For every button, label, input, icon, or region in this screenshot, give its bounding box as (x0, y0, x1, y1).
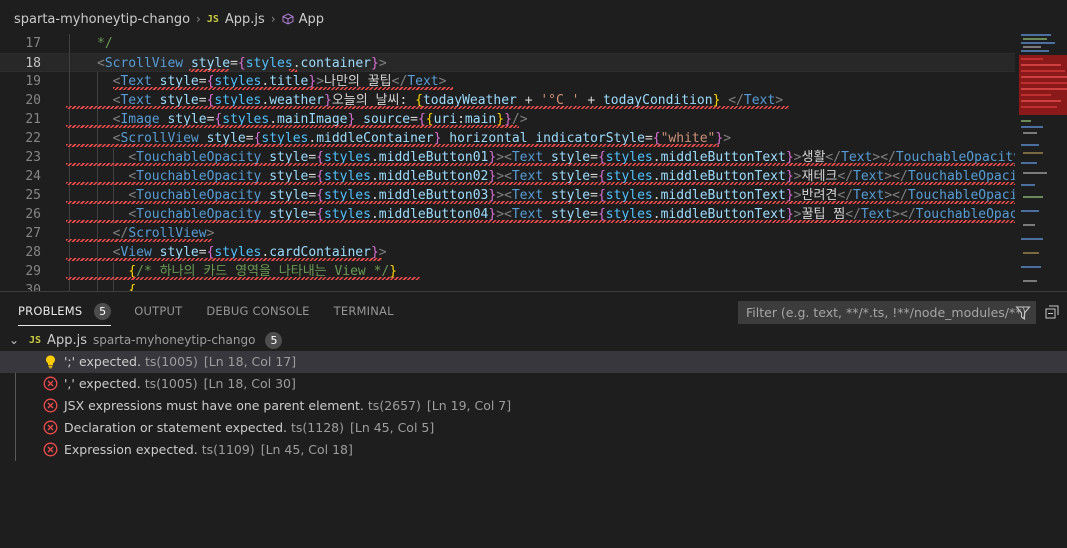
line-number: 28 (25, 245, 41, 260)
breadcrumb-symbol[interactable]: App (299, 12, 324, 27)
code-line[interactable]: 19 <Text style={styles.title}>나만의 꿀팁</Te… (0, 72, 1015, 91)
code-line[interactable]: 21 <Image style={styles.mainImage} sourc… (0, 110, 1015, 129)
problem-location: [Ln 45, Col 5] (349, 420, 435, 435)
lightbulb-icon (46, 355, 55, 369)
filter-icon[interactable] (1015, 305, 1031, 321)
tab-terminal[interactable]: TERMINAL (334, 292, 394, 330)
code-line[interactable]: 25 <TouchableOpacity style={styles.middl… (0, 186, 1025, 205)
problems-file-group[interactable]: ⌄ JS App.js sparta-myhoneytip-chango 5 (0, 329, 1067, 351)
error-icon (43, 376, 58, 391)
line-number: 17 (25, 36, 41, 51)
chevron-down-icon: ⌄ (9, 333, 20, 347)
problems-filter-input[interactable]: Filter (e.g. text, **/*.ts, !**/node_mod… (738, 301, 1036, 324)
symbol-method-icon (282, 13, 294, 25)
problem-item[interactable]: ',' expected. ts(1005) [Ln 18, Col 30] (0, 373, 1067, 395)
problem-location: [Ln 45, Col 18] (260, 442, 353, 457)
problem-message: JSX expressions must have one parent ele… (64, 398, 364, 413)
line-number: 19 (25, 74, 41, 89)
line-number: 27 (25, 226, 41, 241)
code-line[interactable]: 30 { (0, 281, 1015, 291)
problems-count-badge: 5 (94, 303, 112, 320)
line-number: 26 (25, 207, 41, 222)
problem-code: ts(1005) (144, 376, 198, 391)
problem-code: ts(1128) (291, 420, 344, 435)
code-line[interactable]: 20 <Text style={styles.weather}오늘의 날씨: {… (0, 91, 1015, 110)
problem-code: ts(1109) (201, 442, 255, 457)
problem-message: Declaration or statement expected. (64, 420, 287, 435)
problems-file-name: App.js (47, 332, 87, 348)
tab-output[interactable]: OUTPUT (134, 292, 182, 330)
problem-code: ts(2657) (367, 398, 421, 413)
error-icon (43, 420, 58, 435)
line-number: 29 (25, 264, 41, 279)
problems-file-path: sparta-myhoneytip-chango (92, 333, 256, 347)
code-line[interactable]: 22 <ScrollView style={styles.middleConta… (0, 129, 1015, 148)
problem-message: Expression expected. (64, 442, 198, 457)
collapse-all-icon[interactable] (1045, 305, 1059, 319)
code-line[interactable]: 28 <View style={styles.cardContainer}> (0, 243, 1015, 262)
code-line[interactable]: 24 <TouchableOpacity style={styles.middl… (0, 167, 1025, 186)
javascript-file-icon: JS (29, 334, 42, 346)
code-line-current[interactable]: 18 <ScrollView style={styles.container}> (0, 53, 1015, 73)
error-icon (43, 442, 58, 457)
problem-message: ',' expected. (64, 376, 141, 391)
code-line[interactable]: 29 {/* 하나의 카드 영역을 나타내는 View */} (0, 262, 1015, 281)
problem-code: ts(1005) (144, 354, 198, 369)
javascript-file-icon: JS (206, 13, 219, 25)
file-problem-count: 5 (265, 331, 283, 349)
code-editor[interactable]: 17 */ 18 <ScrollView style={styles.conta… (0, 34, 1067, 291)
tab-problems-label: PROBLEMS (18, 304, 83, 318)
line-number: 24 (25, 169, 41, 184)
problem-item[interactable]: Declaration or statement expected. ts(112… (0, 417, 1067, 439)
breadcrumb: sparta-myhoneytip-chango › JS App.js › A… (0, 0, 1067, 38)
minimap-preview (1019, 34, 1067, 282)
code-line[interactable]: 27 </ScrollView> (0, 224, 1015, 243)
breadcrumb-file[interactable]: App.js (225, 12, 265, 27)
problem-location: [Ln 18, Col 30] (203, 376, 296, 391)
chevron-right-icon: › (270, 12, 276, 26)
problem-message: ';' expected. (64, 354, 141, 369)
tab-debug-console[interactable]: DEBUG CONSOLE (206, 292, 309, 330)
error-icon (43, 398, 58, 413)
line-number: 22 (25, 131, 41, 146)
code-line[interactable]: 17 */ (0, 34, 1015, 53)
code-line[interactable]: 23 <TouchableOpacity style={styles.middl… (0, 148, 1021, 167)
problem-location: [Ln 19, Col 7] (426, 398, 512, 413)
problem-location: [Ln 18, Col 17] (203, 354, 297, 369)
line-number: 20 (25, 93, 41, 108)
bottom-panel: PROBLEMS 5 OUTPUT DEBUG CONSOLE TERMINAL… (0, 291, 1067, 548)
code-line[interactable]: 26 <TouchableOpacity style={styles.middl… (0, 205, 1025, 224)
line-number: 18 (25, 56, 41, 71)
line-number: 23 (25, 150, 41, 165)
line-number: 21 (25, 112, 41, 127)
minimap[interactable] (1015, 34, 1067, 291)
problem-item[interactable]: Expression expected. ts(1109) [Ln 45, Col … (0, 439, 1067, 461)
breadcrumb-project[interactable]: sparta-myhoneytip-chango (14, 12, 190, 27)
problem-item[interactable]: JSX expressions must have one parent ele… (0, 395, 1067, 417)
line-number: 30 (25, 283, 41, 291)
tab-problems[interactable]: PROBLEMS 5 (18, 292, 112, 330)
chevron-right-icon: › (196, 12, 201, 26)
line-number: 25 (25, 188, 41, 203)
problem-item[interactable]: ';' expected. ts(1005) [Ln 18, Col 17] (0, 351, 1067, 373)
